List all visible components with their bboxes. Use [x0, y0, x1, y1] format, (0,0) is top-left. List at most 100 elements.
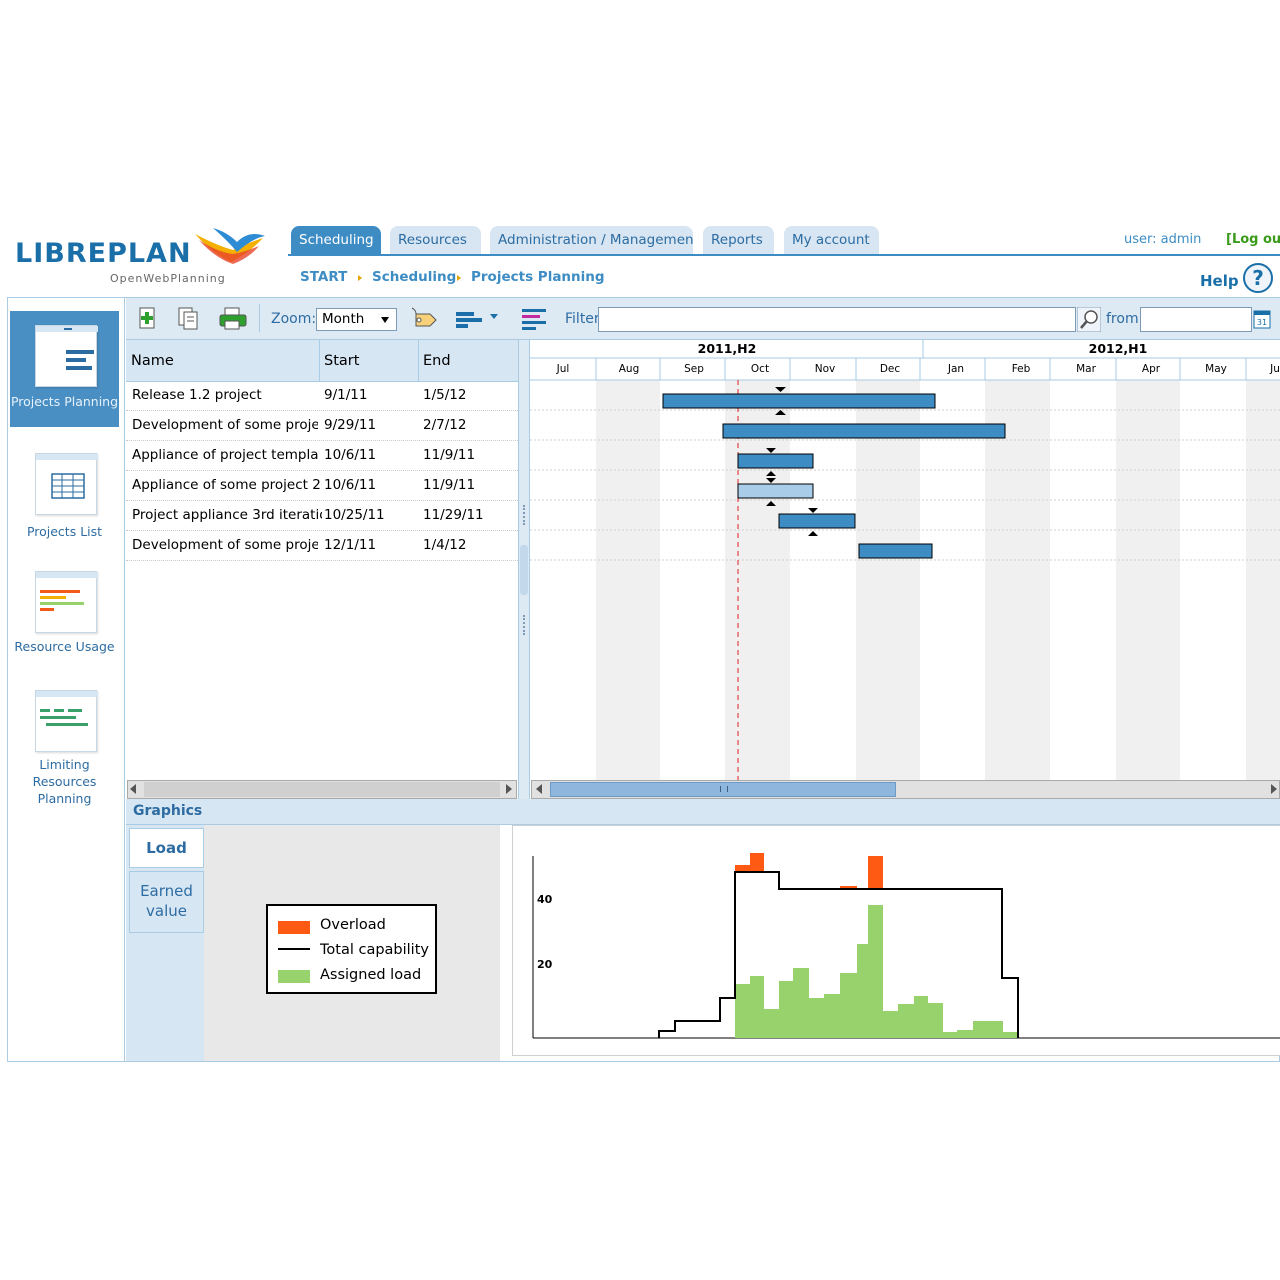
expand-all-icon[interactable] [520, 306, 550, 330]
legend-label: Total capability [320, 942, 429, 958]
tab-administration[interactable]: Administration / Management [490, 226, 693, 254]
column-divider [319, 340, 320, 382]
month-label: Ju [1269, 363, 1280, 375]
help-icon[interactable]: ? [1243, 263, 1273, 293]
graphics-title: Graphics [133, 803, 203, 819]
tab-reports[interactable]: Reports [703, 226, 774, 254]
app-logo-subtitle: OpenWebPlanning [110, 272, 226, 285]
task-start: 10/6/11 [324, 447, 377, 463]
show-critical-path-icon[interactable] [454, 306, 504, 330]
table-row[interactable]: Development of some project 12/1/11 1/4/… [126, 531, 518, 561]
user-label: user: admin [1124, 232, 1202, 247]
tab-earned-value[interactable]: Earned value [129, 871, 204, 933]
month-label: Jul [556, 363, 570, 375]
period-label: 2012,H1 [1089, 341, 1148, 356]
projects-planning-icon [35, 325, 98, 387]
breadcrumb-projects-planning: Projects Planning [471, 269, 605, 285]
legend-swatch-capability [278, 948, 310, 950]
sidebar-item-label: Resource Usage [14, 639, 115, 654]
gantt-canvas: 2011,H2 2012,H1 Jul Aug Sep Oct Nov Dec … [530, 340, 1280, 780]
breadcrumb-start[interactable]: START [300, 269, 347, 285]
gantt-bar[interactable] [778, 513, 856, 529]
filter-input[interactable] [598, 307, 1076, 332]
y-tick-label: 40 [537, 893, 553, 906]
legend-swatch-overload [278, 921, 310, 934]
task-start: 12/1/11 [324, 537, 377, 553]
column-header-end[interactable]: End [423, 353, 451, 369]
filter-label: Filter [565, 311, 600, 327]
table-row[interactable]: Appliance of project template 10/6/11 11… [126, 441, 518, 471]
help-link[interactable]: Help [1200, 272, 1239, 290]
task-end: 1/5/12 [423, 387, 467, 403]
period-label: 2011,H2 [698, 341, 757, 356]
sidebar-item-resource-usage[interactable]: Resource Usage [10, 563, 119, 678]
y-tick-label: 20 [537, 958, 553, 971]
copy-icon[interactable] [176, 306, 200, 330]
sidebar-item-projects-list[interactable]: Projects List [10, 445, 119, 545]
month-label: Apr [1142, 363, 1161, 375]
gantt-bar[interactable] [737, 483, 814, 499]
sidebar-item-label: Projects Planning [10, 394, 119, 409]
zoom-select[interactable]: Month [316, 308, 397, 331]
gantt-bar[interactable] [737, 453, 814, 469]
zoom-label: Zoom: [271, 311, 317, 327]
graphics-header [126, 799, 1280, 825]
month-label: Aug [619, 363, 640, 375]
tab-scheduling[interactable]: Scheduling [291, 226, 381, 254]
gantt-bar[interactable] [722, 423, 1006, 439]
breadcrumb-arrow-icon [457, 275, 461, 281]
table-row[interactable]: Release 1.2 project 9/1/11 1/5/12 [126, 381, 518, 411]
series-overload [735, 853, 764, 872]
column-header-start[interactable]: Start [324, 353, 359, 369]
task-name: Project appliance 3rd iteration [132, 507, 322, 523]
task-name: Appliance of some project 2nd [132, 477, 322, 493]
load-chart: 40 20 [512, 825, 1280, 1056]
app-logo: LIBREPLAN [15, 238, 192, 269]
chart-legend: Overload Total capability Assigned load [266, 904, 437, 994]
table-row[interactable]: Appliance of some project 2nd 10/6/11 11… [126, 471, 518, 501]
column-header-name[interactable]: Name [131, 353, 174, 369]
label-tag-icon[interactable] [410, 306, 438, 330]
svg-text:31: 31 [1257, 318, 1267, 327]
sidebar-item-label: Projects List [26, 524, 103, 539]
gantt-horizontal-scrollbar[interactable] [531, 780, 1280, 799]
task-end: 11/9/11 [423, 447, 476, 463]
tab-load[interactable]: Load [129, 828, 204, 868]
logo-bird-icon [195, 228, 265, 264]
new-task-icon[interactable] [136, 306, 160, 330]
task-name: Appliance of project template [132, 447, 318, 463]
sidebar-item-projects-planning[interactable]: Projects Planning [10, 311, 119, 427]
month-label: Mar [1076, 363, 1096, 375]
sidebar-item-limiting-resources[interactable]: Limiting Resources Planning [10, 682, 119, 812]
from-date-input[interactable] [1140, 307, 1252, 332]
series-assigned-load [735, 905, 1018, 1038]
table-row[interactable]: Development of some project 9/29/11 2/7/… [126, 411, 518, 441]
from-label: from [1106, 311, 1139, 327]
gantt-bar[interactable] [662, 393, 936, 409]
legend-label: Assigned load [320, 967, 422, 983]
panel-splitter[interactable] [518, 340, 530, 799]
search-icon[interactable] [1077, 307, 1101, 332]
task-start: 10/25/11 [324, 507, 385, 523]
table-horizontal-scrollbar[interactable] [127, 780, 517, 799]
calendar-icon[interactable]: 31 [1252, 308, 1272, 331]
month-label: Nov [815, 363, 836, 375]
tab-resources[interactable]: Resources [390, 226, 481, 254]
limiting-resources-icon [35, 690, 98, 752]
projects-list-icon [35, 453, 98, 515]
gantt-bar[interactable] [858, 543, 933, 559]
breadcrumb-arrow-icon [358, 275, 362, 281]
task-start: 10/6/11 [324, 477, 377, 493]
breadcrumb-scheduling[interactable]: Scheduling [372, 269, 456, 285]
task-name: Release 1.2 project [132, 387, 262, 403]
table-row[interactable]: Project appliance 3rd iteration 10/25/11… [126, 501, 518, 531]
column-divider [418, 340, 419, 382]
logout-link[interactable]: [Log ou [1226, 232, 1280, 247]
month-label: Dec [880, 363, 901, 375]
task-start: 9/1/11 [324, 387, 368, 403]
task-end: 11/29/11 [423, 507, 484, 523]
task-end: 1/4/12 [423, 537, 467, 553]
task-name: Development of some project [132, 417, 318, 433]
tab-my-account[interactable]: My account [784, 226, 879, 254]
print-icon[interactable] [218, 306, 248, 330]
